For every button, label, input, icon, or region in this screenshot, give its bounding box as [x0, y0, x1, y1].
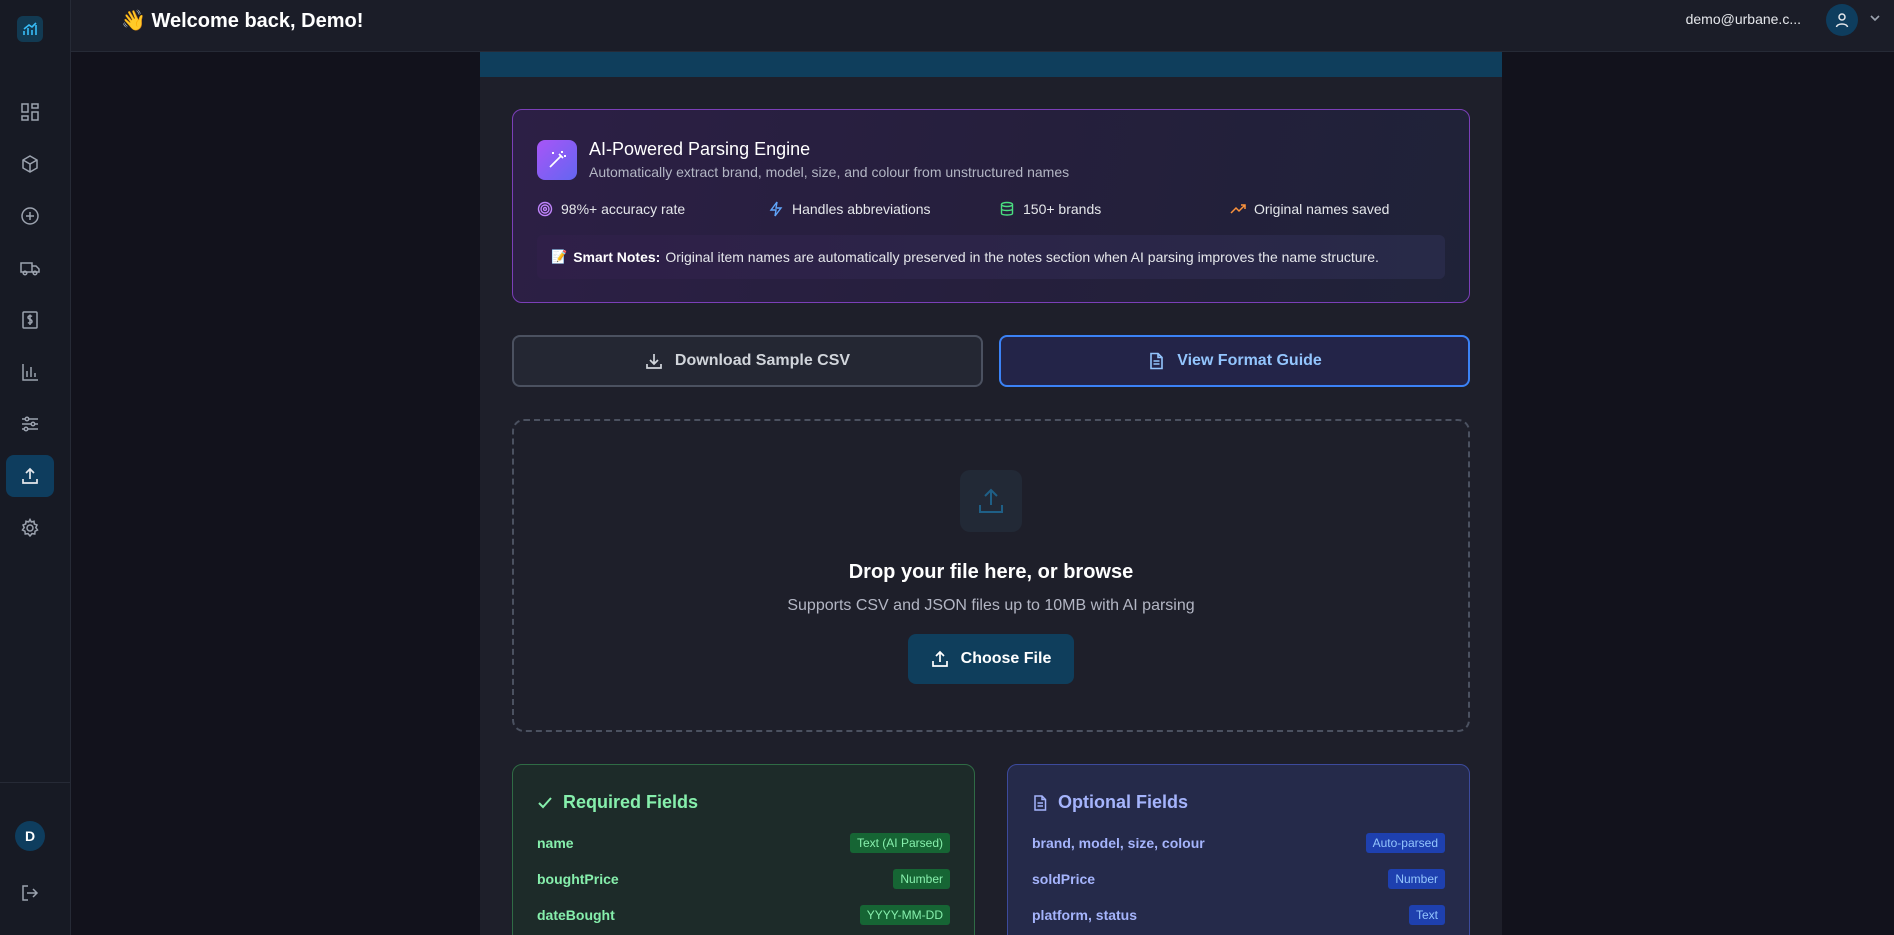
dropzone-subtitle: Supports CSV and JSON files up to 10MB w…: [787, 597, 1195, 614]
download-sample-csv-button[interactable]: Download Sample CSV: [512, 335, 983, 387]
sidebar-item-import[interactable]: [6, 455, 54, 497]
field-name: brand, model, size, colour: [1032, 835, 1205, 851]
truck-icon: [20, 262, 40, 276]
chevron-down-icon[interactable]: [1868, 11, 1882, 30]
field-row: soldPrice Number: [1032, 867, 1445, 891]
choose-file-label: Choose File: [960, 650, 1052, 667]
field-name: soldPrice: [1032, 871, 1096, 887]
box-icon: [22, 155, 38, 173]
check-icon: [538, 796, 552, 808]
field-name: name: [537, 835, 574, 851]
sidebar-item-sales[interactable]: [6, 299, 54, 341]
logout-icon: [22, 885, 39, 901]
feature-label: 150+ brands: [1023, 201, 1102, 217]
import-panel: AI-Powered Parsing Engine Automatically …: [480, 52, 1502, 935]
dropzone-title: Drop your file here, or browse: [848, 561, 1134, 583]
field-row: boughtPrice Number: [537, 867, 950, 891]
feature-label: Original names saved: [1254, 201, 1390, 217]
optional-fields-card: Optional Fields brand, model, size, colo…: [1007, 764, 1470, 935]
trending-up-icon: [1230, 204, 1246, 214]
field-type-badge: Auto-parsed: [1365, 833, 1445, 853]
bar-chart-icon: [22, 364, 38, 381]
view-format-guide-label: View Format Guide: [1177, 352, 1322, 369]
view-format-guide-button[interactable]: View Format Guide: [999, 335, 1470, 387]
sidebar: D: [0, 0, 71, 935]
smart-notes-banner: 📝 Smart Notes: Original item names are a…: [537, 235, 1445, 279]
user-email[interactable]: demo@urbane.c...: [1686, 11, 1801, 27]
dollar-receipt-icon: [22, 311, 38, 329]
required-fields-title: Required Fields: [537, 792, 698, 813]
field-name: dateBought: [537, 907, 615, 923]
field-type-badge: Number: [893, 869, 950, 889]
welcome-message: 👋 Welcome back, Demo!: [121, 10, 364, 32]
feature-label: 98%+ accuracy rate: [561, 201, 686, 217]
sidebar-item-inventory[interactable]: [6, 143, 54, 185]
field-type-badge: Number: [1388, 869, 1445, 889]
database-icon: [1000, 201, 1014, 216]
choose-file-button[interactable]: Choose File: [908, 634, 1074, 684]
plus-circle-icon: [21, 207, 39, 225]
download-sample-csv-label: Download Sample CSV: [674, 352, 851, 369]
field-row: brand, model, size, colour Auto-parsed: [1032, 831, 1445, 855]
required-fields-card: Required Fields name Text (AI Parsed) bo…: [512, 764, 975, 935]
feature-brands: 150+ brands: [999, 201, 1101, 217]
sidebar-item-shipping[interactable]: [6, 247, 54, 289]
feature-abbreviations: Handles abbreviations: [768, 201, 931, 217]
feature-label: Handles abbreviations: [792, 201, 931, 217]
field-type-badge: Text (AI Parsed): [849, 833, 950, 853]
target-icon: [537, 201, 553, 217]
document-icon: [1034, 794, 1047, 811]
ai-card-title: AI-Powered Parsing Engine: [589, 139, 811, 159]
logout-button[interactable]: [6, 872, 54, 914]
sidebar-divider: [0, 782, 71, 783]
ai-parsing-card: AI-Powered Parsing Engine Automatically …: [512, 109, 1470, 303]
field-name: platform, status: [1032, 907, 1138, 923]
magic-wand-icon: [537, 140, 577, 180]
app-logo-icon[interactable]: [17, 16, 43, 42]
required-fields-title-text: Required Fields: [563, 792, 699, 812]
ai-card-subtitle: Automatically extract brand, model, size…: [589, 164, 1070, 180]
field-row: dateBought YYYY-MM-DD: [537, 903, 950, 927]
field-type-badge: YYYY-MM-DD: [859, 905, 950, 925]
gear-icon: [21, 518, 39, 538]
download-icon: [646, 354, 662, 369]
optional-fields-title-text: Optional Fields: [1058, 792, 1189, 812]
sidebar-item-settings-filters[interactable]: [6, 403, 54, 445]
avatar[interactable]: D: [15, 821, 45, 851]
file-drop-zone[interactable]: Drop your file here, or browse Supports …: [512, 419, 1470, 732]
upload-icon: [931, 650, 948, 667]
panel-header-bar: [480, 52, 1502, 77]
field-name: boughtPrice: [537, 871, 619, 887]
user-icon: [1835, 13, 1849, 28]
sidebar-item-add[interactable]: [6, 195, 54, 237]
memo-icon: 📝: [551, 249, 568, 264]
feature-original-names: Original names saved: [1230, 201, 1389, 217]
sidebar-item-dashboard[interactable]: [6, 91, 54, 133]
optional-fields-title: Optional Fields: [1032, 792, 1188, 813]
smart-notes-label: Smart Notes:: [573, 249, 661, 265]
field-row: platform, status Text: [1032, 903, 1445, 927]
sidebar-item-settings[interactable]: [6, 507, 54, 549]
feature-accuracy: 98%+ accuracy rate: [537, 201, 685, 217]
document-icon: [1150, 352, 1163, 370]
user-menu-avatar[interactable]: [1826, 4, 1858, 36]
lightning-icon: [769, 201, 783, 217]
smart-notes-text: Original item names are automatically pr…: [665, 249, 1379, 265]
sidebar-item-analytics[interactable]: [6, 351, 54, 393]
sliders-icon: [22, 416, 38, 432]
upload-icon: [960, 470, 1022, 532]
field-row: name Text (AI Parsed): [537, 831, 950, 855]
field-type-badge: Text: [1408, 905, 1445, 925]
top-header: 👋 Welcome back, Demo! demo@urbane.c...: [71, 0, 1894, 52]
upload-icon: [22, 467, 38, 484]
dashboard-icon: [21, 103, 39, 121]
